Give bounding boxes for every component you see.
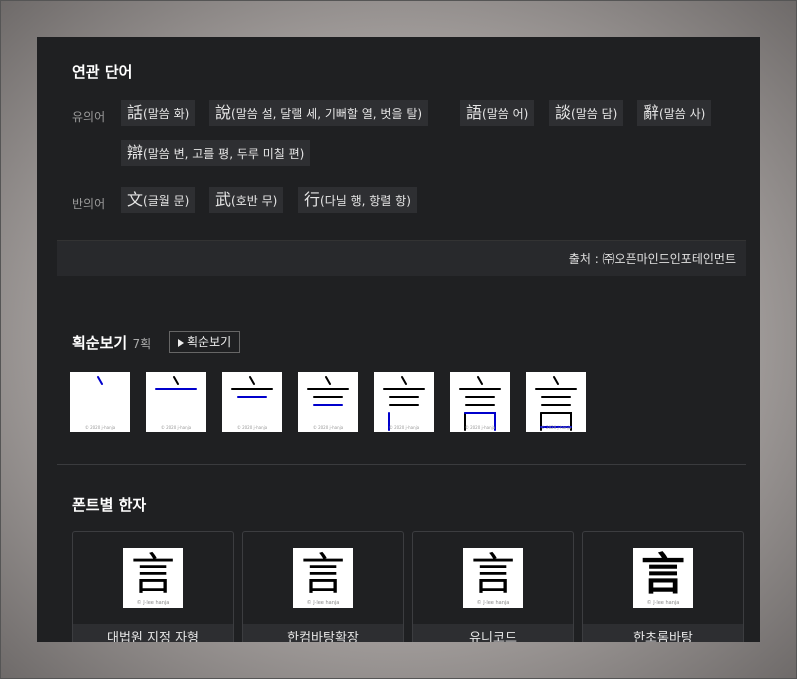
stroke-step-image: © 2020 j-hanja [526,372,586,432]
stroke-order-title: 획순보기 7획 [72,332,151,353]
antonym-chip[interactable]: 文(글월 문) [121,187,196,213]
font-glyph-image: 言 © J·lee hanja [123,548,183,608]
antonym-gloss: (호반 무) [231,194,278,208]
synonym-chip[interactable]: 談(말씀 담) [549,100,624,126]
synonym-hanja: 辭 [643,103,660,122]
synonym-gloss: (말씀 변, 고를 평, 두루 미칠 편) [143,147,305,161]
stroke-path [553,376,559,385]
synonym-chip[interactable]: 辯(말씀 변, 고를 평, 두루 미칠 편) [121,140,311,166]
font-glyph: 言 [131,549,175,600]
synonym-chip[interactable]: 語(말씀 어) [460,100,535,126]
stroke-path [173,376,179,385]
font-card[interactable]: 言 © J·lee hanja 한컴바탕확장 [242,531,404,642]
font-card[interactable]: 言 © J·lee hanja 대법원 지정 자형 [72,531,234,642]
stroke-step-drawing [383,376,425,431]
watermark: © J·lee hanja [646,600,680,606]
watermark: © J·lee hanja [136,600,170,606]
stroke-step-drawing [97,376,103,385]
watermark: © 2020 j-hanja [236,425,268,430]
synonym-hanja: 談 [555,103,572,122]
stroke-path [401,376,407,385]
font-glyph: 言 [301,550,345,599]
stroke-step-drawing [307,376,349,406]
stroke-step-image: © 2020 j-hanja [70,372,130,432]
content-panel: 연관 단어 유의어 話(말씀 화) 說(말씀 설, 달랠 세, 기뻐할 열, 벗… [37,37,760,642]
synonym-gloss: (말씀 어) [482,107,529,121]
synonym-chip[interactable]: 辭(말씀 사) [637,100,712,126]
font-card-label: 한초롬바탕 [583,624,743,642]
font-card-label: 한컴바탕확장 [243,624,403,642]
stroke-path [97,376,103,385]
antonym-hanja: 文 [127,190,144,209]
font-card[interactable]: 言 © J·lee hanja 한초롬바탕 [582,531,744,642]
stroke-step-image: © 2020 j-hanja [450,372,510,432]
stroke-path [477,376,483,385]
synonym-gloss: (말씀 설, 달랠 세, 기뻐할 열, 벗을 탈) [231,107,423,121]
stroke-path [249,376,255,385]
stroke-step-drawing [459,376,501,431]
source-text: 출처 : ㈜오픈마인드인포테인먼트 [568,252,736,266]
synonym-chip[interactable]: 說(말씀 설, 달랠 세, 기뻐할 열, 벗을 탈) [209,100,429,126]
stroke-order-button-label: 획순보기 [187,335,232,349]
watermark: © 2020 j-hanja [84,425,116,430]
stroke-step-drawing [231,376,273,398]
font-glyph-image: 言 © J·lee hanja [463,548,523,608]
font-glyph-image: 言 © J·lee hanja [293,548,353,608]
synonym-gloss: (말씀 화) [143,107,190,121]
font-card[interactable]: 言 © J·lee hanja 유니코드 [412,531,574,642]
stroke-step-drawing [155,376,197,390]
watermark: © 2020 j-hanja [388,425,420,430]
font-card-label: 대법원 지정 자형 [73,624,233,642]
font-glyph-image: 言 © J·lee hanja [633,548,693,608]
stroke-step-image: © 2020 j-hanja [298,372,358,432]
stroke-order-button[interactable]: 획순보기 [169,331,241,353]
synonym-gloss: (말씀 담) [571,107,618,121]
watermark: © J·lee hanja [476,600,510,606]
section-divider [57,464,746,465]
related-words-title: 연관 단어 [72,63,133,81]
watermark: © 2020 j-hanja [160,425,192,430]
play-icon [178,338,184,347]
stroke-step-drawing [535,376,577,431]
antonym-hanja: 武 [215,190,232,209]
synonym-gloss: (말씀 사) [659,107,706,121]
source-bar: 출처 : ㈜오픈마인드인포테인먼트 [57,240,746,276]
watermark: © 2020 j-hanja [540,425,572,430]
synonym-hanja: 說 [215,103,232,122]
synonyms-label: 유의어 [72,110,106,124]
antonym-gloss: (글월 문) [143,194,190,208]
font-glyph: 言 [641,549,685,600]
stroke-count: 7획 [132,337,152,351]
antonym-chip[interactable]: 行(다닐 행, 항렬 항) [298,187,417,213]
font-glyph: 言 [471,549,515,600]
stroke-step-image: © 2020 j-hanja [374,372,434,432]
synonym-hanja: 辯 [127,143,144,162]
synonym-hanja: 語 [466,103,483,122]
font-variants-title: 폰트별 한자 [72,496,147,514]
stroke-step-image: © 2020 j-hanja [222,372,282,432]
stroke-order-title-text: 획순보기 [72,334,128,352]
stroke-step-image: © 2020 j-hanja [146,372,206,432]
antonyms-label: 반의어 [72,197,106,211]
synonym-hanja: 話 [127,103,144,122]
stroke-path [325,376,331,385]
watermark: © J·lee hanja [306,600,340,606]
antonym-chip[interactable]: 武(호반 무) [209,187,284,213]
antonym-hanja: 行 [304,190,321,209]
antonym-gloss: (다닐 행, 항렬 항) [320,194,411,208]
synonym-chip[interactable]: 話(말씀 화) [121,100,196,126]
watermark: © 2020 j-hanja [312,425,344,430]
font-card-label: 유니코드 [413,624,573,642]
watermark: © 2020 j-hanja [464,425,496,430]
